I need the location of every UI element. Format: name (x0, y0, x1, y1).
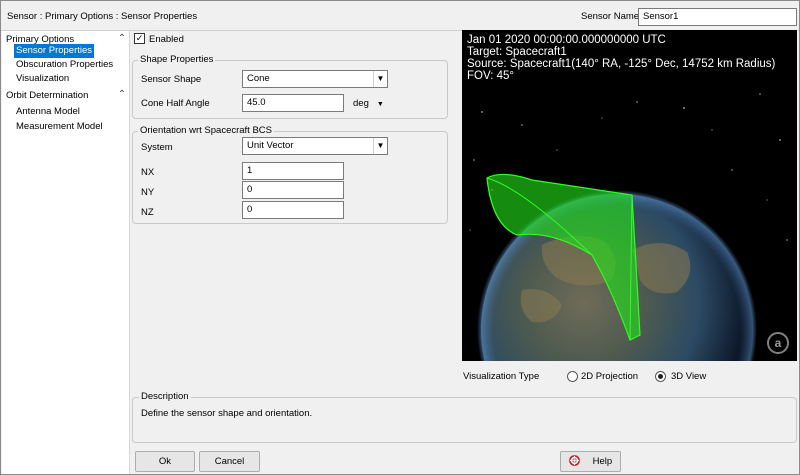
tree-item-antenna-model[interactable]: Antenna Model (14, 105, 82, 119)
tree-item-visualization[interactable]: Visualization (14, 72, 71, 86)
shape-properties-legend: Shape Properties (138, 54, 216, 65)
system-label: System (141, 142, 173, 153)
lifebuoy-icon (569, 455, 580, 466)
cone-half-angle-label: Cone Half Angle (141, 98, 210, 109)
sensor-name-label: Sensor Name (581, 11, 640, 22)
ny-label: NY (141, 187, 155, 198)
chevron-down-icon[interactable]: ▼ (373, 138, 387, 154)
orientation-legend: Orientation wrt Spacecraft BCS (138, 125, 274, 136)
tree-item-obscuration-properties[interactable]: Obscuration Properties (14, 58, 115, 72)
view-fov-line: FOV: 45° (467, 70, 514, 82)
enabled-checkbox[interactable]: ✓ (134, 33, 145, 44)
ok-button-label: Ok (158, 456, 172, 467)
window-title: Sensor : Primary Options : Sensor Proper… (7, 11, 198, 22)
nz-input[interactable]: 0 (242, 201, 344, 219)
view-date-line: Jan 01 2020 00:00:00.000000000 UTC (467, 34, 666, 46)
view-target-line: Target: Spacecraft1 (467, 46, 567, 58)
double-chevron-up-icon[interactable]: ⌃ (117, 33, 127, 45)
ny-input[interactable]: 0 (242, 181, 344, 199)
chevron-down-icon[interactable]: ▼ (377, 101, 384, 108)
description-group: Description Define the sensor shape and … (132, 391, 797, 443)
tree-group-orbit-determination[interactable]: Orbit Determination (6, 89, 88, 103)
sensor-shape-value: Cone (247, 73, 270, 84)
view-source-line: Source: Spacecraft1(140° RA, -125° Dec, … (467, 58, 776, 70)
description-legend: Description (139, 391, 191, 402)
description-text: Define the sensor shape and orientation. (141, 408, 313, 419)
radio-2d-projection-label: 2D Projection (581, 371, 639, 382)
app-logo-icon: a (774, 336, 782, 350)
visualization-type-label: Visualization Type (463, 371, 540, 382)
sensor-shape-label: Sensor Shape (141, 74, 202, 85)
cone-half-angle-input[interactable]: 45.0 (242, 94, 344, 112)
sensor-name-input[interactable]: Sensor1 (638, 8, 797, 26)
nx-input[interactable]: 1 (242, 162, 344, 180)
system-value: Unit Vector (247, 140, 294, 151)
options-tree: Primary Options ⌃ Sensor Properties Obsc… (2, 31, 130, 474)
tree-item-measurement-model[interactable]: Measurement Model (14, 120, 105, 134)
enabled-label: Enabled (149, 34, 184, 45)
nz-label: NZ (141, 207, 154, 218)
title-bar: Sensor : Primary Options : Sensor Proper… (1, 1, 799, 31)
sensor-dialog: Sensor : Primary Options : Sensor Proper… (0, 0, 800, 475)
chevron-down-icon[interactable]: ▼ (373, 71, 387, 87)
help-button-label: Help (592, 456, 613, 467)
tree-item-sensor-properties[interactable]: Sensor Properties (14, 44, 95, 58)
system-select[interactable]: Unit Vector ▼ (242, 137, 388, 155)
radio-3d-view[interactable] (655, 371, 666, 382)
ok-button[interactable]: Ok (135, 451, 195, 472)
radio-3d-view-label: 3D View (671, 371, 707, 382)
help-button[interactable]: Help (560, 451, 621, 472)
half-angle-unit-value: deg (353, 98, 369, 109)
cancel-button-label: Cancel (214, 456, 245, 467)
double-chevron-up-icon[interactable]: ⌃ (117, 89, 127, 101)
cancel-button[interactable]: Cancel (199, 451, 260, 472)
sensor-shape-select[interactable]: Cone ▼ (242, 70, 388, 88)
nx-label: NX (141, 167, 155, 178)
radio-2d-projection[interactable] (567, 371, 578, 382)
half-angle-unit-select[interactable]: deg ▼ (353, 98, 384, 109)
sensor-3d-view[interactable]: Jan 01 2020 00:00:00.000000000 UTC Targe… (462, 30, 797, 361)
